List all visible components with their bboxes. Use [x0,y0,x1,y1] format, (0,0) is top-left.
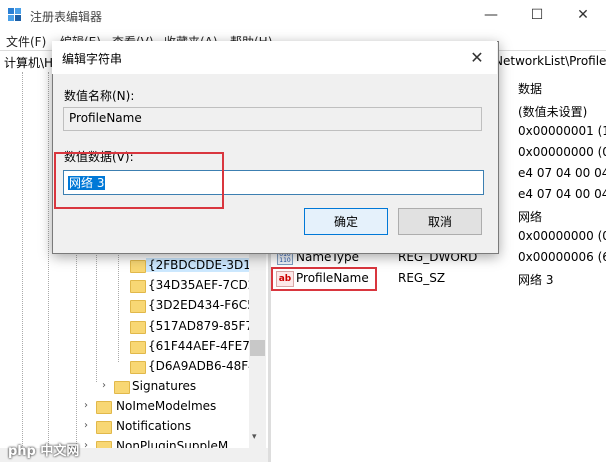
value-data: e4 07 04 00 04 [518,166,606,180]
folder-icon [130,300,146,313]
value-data: 网络 3 [518,273,554,287]
minimize-button[interactable]: — [468,0,514,30]
value-type: REG_SZ [398,271,446,285]
cancel-button[interactable]: 取消 [398,208,482,235]
value-data: 0x00000000 (0 [518,145,606,159]
folder-icon [96,401,112,414]
chevron-right-icon[interactable]: › [84,400,88,411]
watermark: php 中文网 [8,444,80,459]
window-title: 注册表编辑器 [30,10,103,24]
value-data: 0x00000006 (6 [518,250,606,264]
folder-icon [96,421,112,434]
highlight-box [271,267,377,291]
tree-item[interactable]: Signatures [132,379,196,393]
value-data: 0x00000001 (1 [518,124,606,138]
folder-icon [130,321,146,334]
tree-item[interactable]: Notifications [116,419,191,433]
folder-icon [114,381,130,394]
tree-item[interactable]: {34D35AEF-7CD2 [148,278,255,292]
folder-icon [130,361,146,374]
value-name-label: 数值名称(N): [64,89,135,103]
tree-item[interactable]: NoImeModelmes [116,399,216,413]
tree-item[interactable]: {3D2ED434-F6C5 [148,298,255,312]
maximize-button[interactable]: ☐ [514,0,560,30]
scroll-down-arrow-icon[interactable]: ▾ [252,432,257,442]
folder-icon [130,341,146,354]
regedit-app-icon [8,8,21,21]
dialog-title: 编辑字符串 [62,52,123,66]
value-data: 0x00000000 (0 [518,229,606,243]
value-data: e4 07 04 00 04 [518,187,606,201]
value-data: (数值未设置) [518,105,588,119]
tree-item-selected[interactable]: {2FBDCDDE-3D1 [146,258,253,272]
highlight-box [54,152,224,209]
folder-icon [130,260,146,273]
folder-icon [130,280,146,293]
address-path-end: NetworkList\Profiles [494,54,606,68]
tree-item[interactable]: {D6A9ADB6-48F4 [148,359,256,373]
value-name-field: ProfileName [63,107,482,131]
dialog-close-button[interactable]: ✕ [462,44,492,70]
tree-item[interactable]: {61F44AEF-4FE7- [148,339,254,353]
column-header-data[interactable]: 数据 [518,80,542,97]
chevron-right-icon[interactable]: › [102,380,106,391]
menu-file[interactable]: 文件(F) [6,33,46,50]
chevron-right-icon[interactable]: › [84,420,88,431]
address-path-start: 计算机\H [4,56,54,70]
tree-item[interactable]: {517AD879-85F7- [148,319,257,333]
value-data: 网络 [518,210,543,224]
tree-scrollbar-thumb[interactable] [250,340,265,356]
ok-button[interactable]: 确定 [304,208,388,235]
close-button[interactable]: ✕ [560,0,606,30]
